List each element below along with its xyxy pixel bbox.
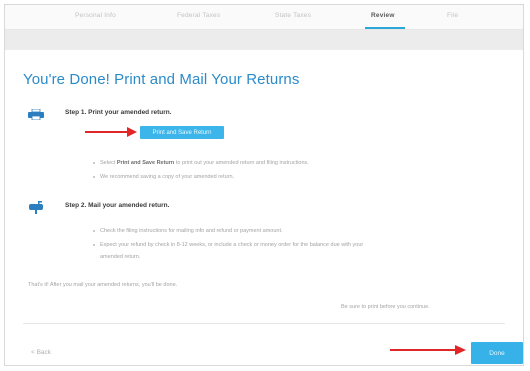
step2-instructions: Check the filing instructions for mailin… xyxy=(93,227,363,249)
header-band xyxy=(5,30,523,50)
mailbox-icon xyxy=(29,201,43,214)
app-window: Personal Info Federal Taxes State Taxes … xyxy=(4,4,524,366)
print-and-save-return-button[interactable]: Print and Save Return xyxy=(140,126,224,139)
divider xyxy=(23,323,505,324)
tab-file[interactable]: File xyxy=(447,12,458,19)
step1-title: Step 1. Print your amended return. xyxy=(65,109,172,116)
tab-review[interactable]: Review xyxy=(371,12,395,19)
list-item: We recommend saving a copy of your amend… xyxy=(93,173,309,181)
completion-message: That's it! After you mail your amended r… xyxy=(28,282,178,288)
tab-state-taxes[interactable]: State Taxes xyxy=(275,12,311,19)
tab-federal-taxes[interactable]: Federal Taxes xyxy=(177,12,220,19)
arrow-right-icon xyxy=(390,345,466,355)
print-reminder: Be sure to print before you continue. xyxy=(341,304,430,310)
step2-title: Step 2. Mail your amended return. xyxy=(65,202,170,209)
page-title: You're Done! Print and Mail Your Returns xyxy=(23,71,300,88)
active-tab-indicator xyxy=(365,27,405,29)
arrow-right-icon xyxy=(85,127,137,137)
list-item: Select Print and Save Return to print ou… xyxy=(93,159,309,167)
back-link[interactable]: < Back xyxy=(31,349,51,356)
done-button[interactable]: Done xyxy=(471,342,523,364)
step1-instructions: Select Print and Save Return to print ou… xyxy=(93,159,309,181)
list-item: Expect your refund by check in 8-12 week… xyxy=(93,241,363,249)
progress-tabs: Personal Info Federal Taxes State Taxes … xyxy=(5,5,523,30)
tab-personal-info[interactable]: Personal Info xyxy=(75,12,116,19)
printer-icon xyxy=(28,109,44,120)
step2-bullet-continuation: amended return. xyxy=(100,254,141,260)
list-item: Check the filing instructions for mailin… xyxy=(93,227,363,235)
